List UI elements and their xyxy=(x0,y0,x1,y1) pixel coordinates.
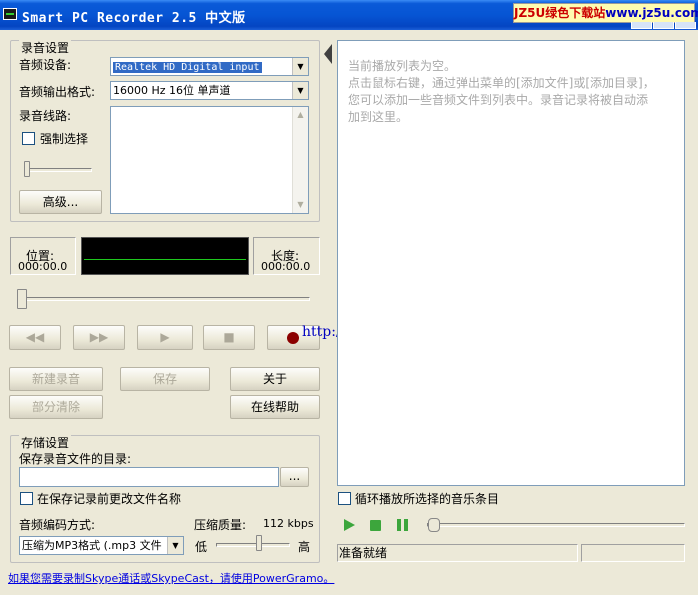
playlist-box[interactable]: 当前播放列表为空。 点击鼠标右键，通过弹出菜单的[添加文件]或[添加目录]，您可… xyxy=(337,40,685,486)
record-line-list[interactable]: ▲ ▼ xyxy=(110,106,309,214)
device-label: 音频设备: xyxy=(19,58,72,72)
collapse-panel-icon[interactable] xyxy=(324,44,332,64)
waveform-display xyxy=(81,237,249,275)
player-progress-slider[interactable] xyxy=(428,518,440,532)
play-icon: ▶ xyxy=(160,330,170,344)
status-panel-right xyxy=(581,544,685,562)
window-title: Smart PC Recorder 2.5 中文版 xyxy=(22,11,246,26)
advanced-button[interactable]: 高级... xyxy=(19,190,102,214)
position-panel: 位置: 000:00.0 xyxy=(10,237,76,275)
encoding-select[interactable]: 压缩为MP3格式 (.mp3 文件 ▼ xyxy=(19,536,184,555)
status-text: 准备就绪 xyxy=(337,544,578,562)
player-play-icon[interactable] xyxy=(344,519,355,531)
chevron-down-icon[interactable]: ▼ xyxy=(292,58,308,75)
partial-clear-button[interactable]: 部分清除 xyxy=(9,395,103,419)
encoding-label: 音频编码方式: xyxy=(19,518,96,532)
quality-slider[interactable] xyxy=(256,535,262,551)
new-record-button[interactable]: 新建录音 xyxy=(9,367,103,391)
loop-label: 循环播放所选择的音乐条目 xyxy=(355,492,500,506)
online-help-button[interactable]: 在线帮助 xyxy=(230,395,320,419)
force-select-checkbox[interactable] xyxy=(22,132,35,145)
device-select[interactable]: Realtek HD Digital input ▼ xyxy=(110,57,309,76)
waveform-line xyxy=(84,259,246,260)
seek-track xyxy=(20,297,310,301)
seek-slider[interactable] xyxy=(17,289,27,309)
format-select-value: 16000 Hz 16位 单声道 xyxy=(113,84,231,97)
watermark-red: JZ5U绿色下载站 xyxy=(514,6,606,20)
browse-button[interactable]: ... xyxy=(280,467,309,487)
length-value: 000:00.0 xyxy=(261,260,311,273)
close-button[interactable] xyxy=(675,22,696,29)
quality-label: 压缩质量: xyxy=(194,518,247,532)
record-icon xyxy=(287,332,299,344)
title-bar: Smart PC Recorder 2.5 中文版 JZ5U绿色下载站www.j… xyxy=(0,0,698,30)
encoding-select-value: 压缩为MP3格式 (.mp3 文件 xyxy=(22,539,162,552)
length-panel: 长度: 000:00.0 xyxy=(253,237,320,275)
rename-checkbox[interactable] xyxy=(20,492,33,505)
rewind-button[interactable]: ◀◀ xyxy=(9,325,61,350)
scroll-down-icon[interactable]: ▼ xyxy=(293,197,308,213)
force-select-label: 强制选择 xyxy=(40,132,89,146)
quality-value: 112 kbps xyxy=(263,517,314,530)
stop-button[interactable]: ■ xyxy=(203,325,255,350)
play-button[interactable]: ▶ xyxy=(137,325,193,350)
about-button[interactable]: 关于 xyxy=(230,367,320,391)
position-value: 000:00.0 xyxy=(18,260,68,273)
format-select[interactable]: 16000 Hz 16位 单声道 ▼ xyxy=(110,81,309,100)
storage-settings-title: 存储设置 xyxy=(19,434,72,451)
stop-icon: ■ xyxy=(223,330,235,344)
format-label: 音频输出格式: xyxy=(19,85,96,99)
record-line-scrollbar[interactable]: ▲ ▼ xyxy=(292,107,308,213)
quality-low-label: 低 xyxy=(195,540,208,554)
line-label: 录音线路: xyxy=(19,109,72,123)
player-stop-icon[interactable] xyxy=(370,520,381,531)
line-volume-slider[interactable] xyxy=(24,161,30,177)
save-button[interactable]: 保存 xyxy=(120,367,210,391)
fast-forward-icon: ▶▶ xyxy=(89,330,109,344)
rename-label: 在保存记录前更改文件名称 xyxy=(37,492,182,506)
window-controls xyxy=(631,22,696,29)
line-volume-track xyxy=(26,168,92,172)
device-select-value: Realtek HD Digital input xyxy=(113,62,262,73)
maximize-button[interactable] xyxy=(653,22,674,29)
save-dir-input[interactable] xyxy=(19,467,279,487)
playlist-empty-text: 当前播放列表为空。 点击鼠标右键，通过弹出菜单的[添加文件]或[添加目录]，您可… xyxy=(348,59,655,124)
powergramo-link[interactable]: 如果您需要录制Skype通话或SkypeCast，请使用PowerGramo。 xyxy=(8,570,334,586)
player-pause-icon[interactable] xyxy=(397,519,409,531)
scroll-up-icon[interactable]: ▲ xyxy=(293,107,308,123)
quality-track xyxy=(216,543,290,547)
forward-button[interactable]: ▶▶ xyxy=(73,325,125,350)
chevron-down-icon[interactable]: ▼ xyxy=(167,537,183,554)
quality-high-label: 高 xyxy=(298,540,311,554)
rewind-icon: ◀◀ xyxy=(25,330,45,344)
app-icon[interactable] xyxy=(3,8,17,20)
watermark-blue: www.jz5u.com xyxy=(605,6,698,20)
watermark-banner: JZ5U绿色下载站www.jz5u.com xyxy=(513,3,698,23)
player-progress-track xyxy=(427,523,685,527)
minimize-button[interactable] xyxy=(631,22,652,29)
loop-checkbox[interactable] xyxy=(338,492,351,505)
chevron-down-icon[interactable]: ▼ xyxy=(292,82,308,99)
record-settings-title: 录音设置 xyxy=(19,39,72,56)
save-dir-label: 保存录音文件的目录: xyxy=(19,452,132,466)
